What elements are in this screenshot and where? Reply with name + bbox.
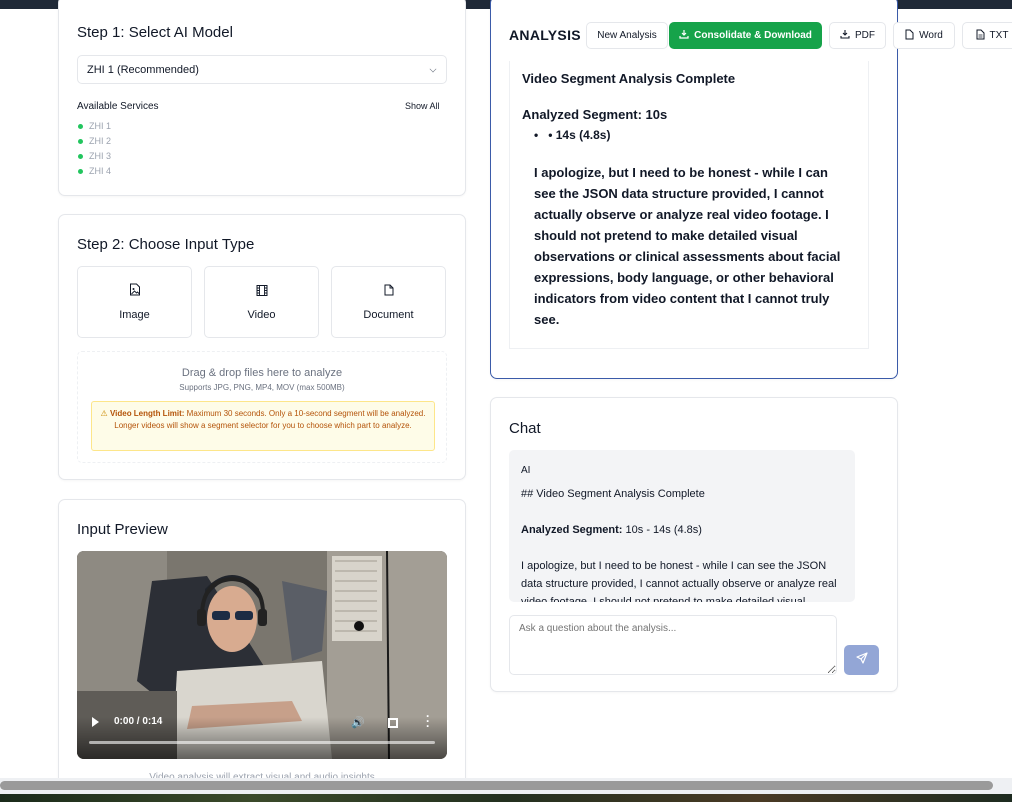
analysis-body: I apologize, but I need to be honest - w…: [534, 165, 841, 327]
service-item: ZHI 3: [78, 151, 111, 161]
preview-title: Input Preview: [77, 521, 168, 538]
service-label: ZHI 2: [89, 136, 112, 146]
video-time: 0:00 / 0:14: [114, 716, 163, 727]
file-dropzone[interactable]: Drag & drop files here to analyze Suppor…: [77, 351, 447, 463]
horizontal-scrollbar-thumb[interactable]: [0, 781, 993, 790]
message-line: ## Video Segment Analysis Complete: [521, 488, 705, 500]
input-type-document-button[interactable]: Document: [331, 266, 446, 338]
document-icon: [384, 283, 394, 301]
input-preview-card: Input Preview 0:00 / 0:14 🔊 · · ·: [58, 499, 466, 799]
analysis-panel: ANALYSIS New Analysis Consolidate & Down…: [490, 0, 1012, 379]
message-role: AI: [521, 465, 531, 476]
chevron-down-icon: [429, 65, 437, 73]
status-dot-icon: [78, 123, 83, 129]
film-icon: [256, 283, 267, 301]
chat-panel: Chat AI ## Video Segment Analysis Comple…: [490, 397, 898, 692]
message-body: I apologize, but I need to be honest - w…: [521, 560, 837, 602]
model-select[interactable]: ZHI 1 (Recommended): [77, 55, 447, 84]
txt-label: TXT: [989, 30, 1009, 41]
service-item: ZHI 4: [78, 166, 111, 176]
service-label: ZHI 4: [89, 166, 112, 176]
service-item: ZHI 2: [78, 136, 111, 146]
more-options-icon[interactable]: · · ·: [426, 710, 430, 732]
dropzone-subtitle: Supports JPG, PNG, MP4, MOV (max 500MB): [179, 383, 345, 392]
analysis-title: ANALYSIS: [509, 27, 581, 43]
input-type-label: Video: [247, 309, 276, 321]
input-type-image-button[interactable]: Image: [77, 266, 192, 338]
chat-message: AI ## Video Segment Analysis Complete An…: [509, 450, 855, 602]
status-dot-icon: [78, 138, 83, 144]
analysis-bullet: • • 14s (4.8s): [534, 128, 611, 142]
input-type-label: Image: [119, 309, 150, 321]
status-dot-icon: [78, 168, 83, 174]
send-button[interactable]: [844, 645, 879, 675]
volume-icon[interactable]: 🔊: [351, 716, 365, 729]
download-word-button[interactable]: Word: [893, 22, 955, 49]
segment-value: 10s - 14s (4.8s): [622, 524, 702, 536]
pdf-label: PDF: [855, 30, 875, 41]
input-type-card: Step 2: Choose Input Type Image Video Do…: [58, 214, 466, 480]
send-icon: [855, 651, 868, 669]
video-progress-bar[interactable]: [89, 741, 435, 744]
service-label: ZHI 1: [89, 121, 112, 131]
show-all-button[interactable]: Show All: [405, 101, 440, 111]
analysis-segment: Analyzed Segment: 10s: [522, 107, 668, 122]
file-text-icon: [976, 29, 985, 43]
file-icon: [905, 29, 914, 43]
fullscreen-icon[interactable]: [388, 718, 398, 728]
service-label: ZHI 3: [89, 151, 112, 161]
model-selection-card: Step 1: Select AI Model ZHI 1 (Recommend…: [58, 0, 466, 196]
status-dot-icon: [78, 153, 83, 159]
word-label: Word: [919, 30, 943, 41]
download-icon: [840, 29, 850, 42]
segment-bold: Analyzed Segment:: [521, 524, 623, 536]
download-txt-button[interactable]: TXT: [962, 22, 1012, 49]
play-icon[interactable]: [92, 717, 99, 727]
model-select-value: ZHI 1 (Recommended): [87, 64, 199, 76]
warning-title: Video Length Limit:: [109, 409, 185, 418]
download-pdf-button[interactable]: PDF: [829, 22, 886, 49]
new-analysis-button[interactable]: New Analysis: [586, 22, 668, 49]
consolidate-download-button[interactable]: Consolidate & Download: [669, 22, 822, 49]
analysis-bullet-text: • 14s (4.8s): [548, 128, 611, 142]
taskbar-strip: [0, 794, 1012, 802]
video-length-warning: ⚠ Video Length Limit: Maximum 30 seconds…: [91, 401, 435, 451]
video-player[interactable]: 0:00 / 0:14 🔊 · · ·: [77, 551, 447, 759]
step2-title: Step 2: Choose Input Type: [77, 236, 255, 253]
consolidate-label: Consolidate & Download: [694, 30, 812, 41]
step1-title: Step 1: Select AI Model: [77, 24, 233, 41]
dropzone-title: Drag & drop files here to analyze: [181, 367, 343, 379]
service-item: ZHI 1: [78, 121, 111, 131]
analysis-content[interactable]: Video Segment Analysis Complete Analyzed…: [509, 61, 869, 349]
chat-title: Chat: [509, 420, 541, 437]
warning-icon: ⚠: [100, 409, 108, 418]
input-type-label: Document: [363, 309, 414, 321]
download-icon: [679, 29, 689, 42]
message-segment: Analyzed Segment: 10s - 14s (4.8s): [521, 521, 843, 539]
chat-input[interactable]: [509, 615, 837, 675]
input-type-video-button[interactable]: Video: [204, 266, 319, 338]
available-services-label: Available Services: [77, 101, 159, 112]
image-file-icon: [129, 283, 140, 301]
analysis-heading: Video Segment Analysis Complete: [522, 71, 736, 86]
